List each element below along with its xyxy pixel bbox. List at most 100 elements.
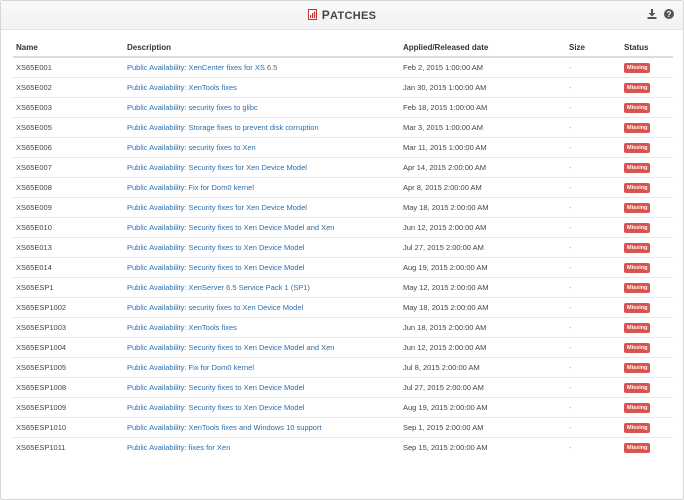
patch-description-cell: Public Availability: Security fixes for … (124, 157, 400, 178)
table-row: XS65ESP1005 Public Availability: Fix for … (13, 357, 673, 378)
patch-status-cell: Missing (621, 317, 673, 338)
patch-status-cell: Missing (621, 297, 673, 318)
patch-description-link[interactable]: Public Availability: Security fixes for … (127, 163, 307, 172)
patch-size: - (566, 97, 621, 118)
patch-description-link[interactable]: Public Availability: Security fixes to X… (127, 223, 334, 232)
patch-status-cell: Missing (621, 157, 673, 178)
patch-name: XS65E003 (13, 97, 124, 118)
patch-status-cell: Missing (621, 357, 673, 378)
patch-status-cell: Missing (621, 77, 673, 98)
patch-description-cell: Public Availability: security fixes to X… (124, 297, 400, 318)
status-badge: Missing (624, 163, 651, 173)
patch-status-cell: Missing (621, 97, 673, 118)
patch-description-link[interactable]: Public Availability: XenTools fixes (127, 323, 237, 332)
patch-size: - (566, 197, 621, 218)
column-header-date[interactable]: Applied/Released date (400, 38, 566, 58)
patch-date: Sep 15, 2015 2:00:00 AM (400, 437, 566, 457)
patch-size: - (566, 137, 621, 158)
patch-name: XS65E008 (13, 177, 124, 198)
patch-name: XS65ESP1003 (13, 317, 124, 338)
patch-name: XS65E014 (13, 257, 124, 278)
patches-table: Name Description Applied/Released date S… (13, 38, 673, 457)
patch-description-link[interactable]: Public Availability: security fixes to X… (127, 143, 256, 152)
patches-panel: PATCHES ? Name Description Applied/Relea… (0, 0, 684, 500)
patch-description-link[interactable]: Public Availability: Fix for Dom0 kernel (127, 363, 254, 372)
patch-description-link[interactable]: Public Availability: Fix for Dom0 kernel (127, 183, 254, 192)
patch-status-cell: Missing (621, 417, 673, 438)
patch-description-link[interactable]: Public Availability: XenTools fixes and … (127, 423, 322, 432)
table-row: XS65E005 Public Availability: Storage fix… (13, 117, 673, 138)
patch-name: XS65ESP1009 (13, 397, 124, 418)
help-icon[interactable]: ? (664, 9, 674, 19)
table-row: XS65E001 Public Availability: XenCenter f… (13, 57, 673, 78)
patch-description-link[interactable]: Public Availability: fixes for Xen (127, 443, 230, 452)
column-header-status[interactable]: Status (621, 38, 673, 58)
patch-size: - (566, 117, 621, 138)
patch-list-icon (307, 9, 317, 20)
panel-header: PATCHES ? (1, 1, 683, 30)
table-header-row: Name Description Applied/Released date S… (13, 38, 673, 58)
patch-description-cell: Public Availability: security fixes to g… (124, 97, 400, 118)
patch-size: - (566, 217, 621, 238)
patch-description-cell: Public Availability: Security fixes to X… (124, 257, 400, 278)
patch-status-cell: Missing (621, 337, 673, 358)
table-row: XS65E003 Public Availability: security fi… (13, 97, 673, 118)
patch-description-link[interactable]: Public Availability: security fixes to g… (127, 103, 258, 112)
status-badge: Missing (624, 143, 651, 153)
patch-description-link[interactable]: Public Availability: Security fixes to X… (127, 343, 334, 352)
patch-name: XS65ESP1004 (13, 337, 124, 358)
patch-description-link[interactable]: Public Availability: XenTools fixes (127, 83, 237, 92)
patch-description-link[interactable]: Public Availability: XenCenter fixes for… (127, 63, 277, 72)
patch-date: Jul 27, 2015 2:00:00 AM (400, 377, 566, 398)
patch-name: XS65E001 (16, 63, 52, 72)
table-row: XS65ESP1002 Public Availability: security… (13, 297, 673, 318)
patch-description-cell: Public Availability: XenTools fixes (124, 317, 400, 338)
patch-date: Mar 3, 2015 1:00:00 AM (400, 117, 566, 138)
column-header-description[interactable]: Description (124, 38, 400, 58)
patch-date: Jan 30, 2015 1:00:00 AM (400, 77, 566, 98)
patch-size: - (566, 397, 621, 418)
patch-size: - (566, 337, 621, 358)
patch-size: - (566, 317, 621, 338)
patch-description-cell: Public Availability: Security fixes to X… (124, 397, 400, 418)
patch-status-cell: Missing (621, 237, 673, 258)
table-row: XS65ESP1010 Public Availability: XenTools… (13, 417, 673, 438)
patch-date: Apr 8, 2015 2:00:00 AM (400, 177, 566, 198)
status-badge: Missing (624, 123, 651, 133)
table-row: XS65E013 Public Availability: Security fi… (13, 237, 673, 258)
download-icon[interactable] (647, 9, 657, 19)
status-badge: Missing (624, 303, 651, 313)
patch-name: XS65E002 (13, 77, 124, 98)
table-row: XS65E010 Public Availability: Security fi… (13, 217, 673, 238)
patch-description-link[interactable]: Public Availability: Security fixes for … (127, 203, 307, 212)
patch-size: - (566, 77, 621, 98)
patch-description-link[interactable]: Public Availability: Security fixes to X… (127, 383, 304, 392)
patch-date: Jun 12, 2015 2:00:00 AM (400, 337, 566, 358)
table-row: XS65E008 Public Availability: Fix for Dom… (13, 177, 673, 198)
patch-name: XS65ESP1005 (13, 357, 124, 378)
patch-date: May 18, 2015 2:00:00 AM (400, 197, 566, 218)
patch-description-link[interactable]: Public Availability: Security fixes to X… (127, 243, 304, 252)
patch-status-cell: Missing (621, 117, 673, 138)
status-badge: Missing (624, 103, 651, 113)
status-badge: Missing (624, 83, 651, 93)
patch-name: XS65E010 (13, 217, 124, 238)
status-badge: Missing (624, 423, 651, 433)
column-header-name[interactable]: Name (13, 38, 124, 58)
status-badge: Missing (624, 263, 651, 273)
column-header-size[interactable]: Size (566, 38, 621, 58)
status-badge: Missing (624, 63, 651, 73)
patch-status-cell: Missing (621, 137, 673, 158)
patch-description-link[interactable]: Public Availability: XenServer 6.5 Servi… (127, 283, 310, 292)
patch-description-link[interactable]: Public Availability: Security fixes to X… (127, 403, 304, 412)
patch-date: Aug 19, 2015 2:00:00 AM (400, 397, 566, 418)
patch-description-link[interactable]: Public Availability: security fixes to X… (127, 303, 303, 312)
status-badge: Missing (624, 323, 651, 333)
patch-date: Aug 19, 2015 2:00:00 AM (400, 257, 566, 278)
patch-name: XS65E009 (13, 197, 124, 218)
status-badge: Missing (624, 223, 651, 233)
patch-size: - (566, 237, 621, 258)
patch-description-link[interactable]: Public Availability: Security fixes to X… (127, 263, 304, 272)
patch-date: Feb 2, 2015 1:00:00 AM (403, 63, 484, 72)
patch-description-link[interactable]: Public Availability: Storage fixes to pr… (127, 123, 319, 132)
